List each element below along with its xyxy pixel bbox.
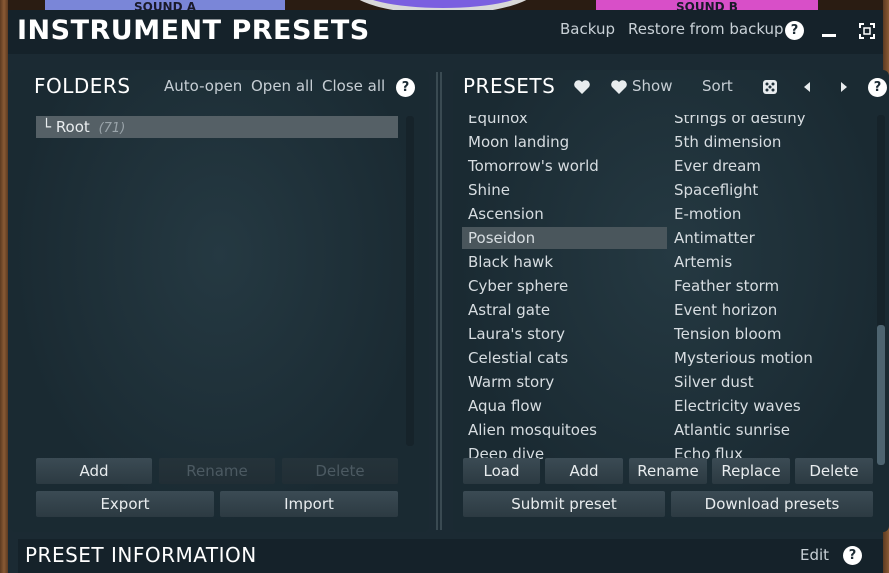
preset-item[interactable]: Tension bloom xyxy=(668,323,873,345)
sound-a-label: SOUND A xyxy=(133,0,197,10)
folder-root[interactable]: └ Root (71) xyxy=(36,116,398,138)
preset-item[interactable]: Black hawk xyxy=(462,251,667,273)
preset-item[interactable]: 5th dimension xyxy=(668,131,873,153)
preset-item[interactable]: Antimatter xyxy=(668,227,873,249)
preset-item[interactable]: Tomorrow's world xyxy=(462,155,667,177)
folder-export-button[interactable]: Export xyxy=(36,491,214,517)
folders-title: FOLDERS xyxy=(34,74,131,98)
presets-header: PRESETS Show Sort ? xyxy=(453,70,889,104)
favorite-heart-icon[interactable] xyxy=(573,79,591,95)
presets-panel: PRESETS Show Sort ? Equinox Moon landing… xyxy=(453,70,889,532)
fullscreen-icon[interactable] xyxy=(859,23,875,39)
preset-replace-button[interactable]: Replace xyxy=(712,458,790,484)
preset-item[interactable]: Alien mosquitoes xyxy=(462,419,667,441)
help-icon[interactable]: ? xyxy=(785,21,804,40)
folder-delete-button[interactable]: Delete xyxy=(282,458,398,484)
show-favorites-button[interactable]: Show xyxy=(632,77,672,95)
folders-header: FOLDERS Auto-open Open all Close all ? xyxy=(10,70,429,104)
download-presets-button[interactable]: Download presets xyxy=(671,491,873,517)
close-all-button[interactable]: Close all xyxy=(322,77,385,95)
sound-a-tab[interactable]: SOUND A xyxy=(45,0,285,10)
folder-tree: └ Root (71) xyxy=(34,116,406,446)
preset-column-1: Equinox Moon landing Tomorrow's world Shine… xyxy=(462,115,667,465)
instrument-presets-window: INSTRUMENT PRESETS Backup Restore from b… xyxy=(8,10,889,573)
preset-item[interactable]: Mysterious motion xyxy=(668,347,873,369)
wood-frame-left xyxy=(0,0,8,573)
preset-information-title: PRESET INFORMATION xyxy=(25,543,257,567)
auto-open-toggle[interactable]: Auto-open xyxy=(164,77,242,95)
sound-b-tab[interactable]: SOUND B xyxy=(596,0,818,10)
preset-item[interactable]: Ever dream xyxy=(668,155,873,177)
folder-name: Root xyxy=(55,118,90,136)
previous-preset-icon[interactable] xyxy=(802,81,812,93)
preset-item[interactable]: Feather storm xyxy=(668,275,873,297)
tree-branch-icon: └ xyxy=(42,118,52,136)
preset-item[interactable]: Cyber sphere xyxy=(462,275,667,297)
preset-information-bar: PRESET INFORMATION Edit ? xyxy=(18,539,883,573)
show-favorites-heart-icon[interactable] xyxy=(610,79,628,95)
preset-item[interactable]: Laura's story xyxy=(462,323,667,345)
presets-scroll-thumb[interactable] xyxy=(877,325,885,465)
submit-preset-button[interactable]: Submit preset xyxy=(463,491,665,517)
folder-import-button[interactable]: Import xyxy=(220,491,398,517)
preset-item[interactable]: Silver dust xyxy=(668,371,873,393)
preset-item[interactable]: Poseidon xyxy=(462,227,667,249)
folders-help-icon[interactable]: ? xyxy=(396,78,415,97)
panel-splitter[interactable] xyxy=(436,72,443,530)
preset-load-button[interactable]: Load xyxy=(463,458,540,484)
folder-count: (71) xyxy=(98,121,126,136)
preset-item[interactable]: Astral gate xyxy=(462,299,667,321)
sort-button[interactable]: Sort xyxy=(702,77,733,95)
minimize-icon[interactable] xyxy=(822,34,836,37)
preset-item[interactable]: Event horizon xyxy=(668,299,873,321)
preset-add-button[interactable]: Add xyxy=(545,458,623,484)
sound-b-label: SOUND B xyxy=(676,0,738,10)
preset-item[interactable]: Moon landing xyxy=(462,131,667,153)
titlebar: INSTRUMENT PRESETS Backup Restore from b… xyxy=(8,10,883,54)
preset-delete-button[interactable]: Delete xyxy=(795,458,873,484)
folders-panel: FOLDERS Auto-open Open all Close all ? └… xyxy=(10,70,429,532)
window-title: INSTRUMENT PRESETS xyxy=(17,15,370,46)
preset-rename-button[interactable]: Rename xyxy=(629,458,707,484)
preset-item[interactable]: Artemis xyxy=(668,251,873,273)
preset-item[interactable]: Strings of destiny xyxy=(668,115,873,129)
info-help-icon[interactable]: ? xyxy=(843,546,862,565)
presets-scrollbar[interactable] xyxy=(877,115,885,465)
preset-item[interactable]: E-motion xyxy=(668,203,873,225)
info-edit-button[interactable]: Edit xyxy=(800,546,829,564)
backup-button[interactable]: Backup xyxy=(560,20,615,38)
preset-item[interactable]: Equinox xyxy=(462,115,667,129)
folder-rename-button[interactable]: Rename xyxy=(159,458,275,484)
open-all-button[interactable]: Open all xyxy=(251,77,313,95)
preset-item[interactable]: Spaceflight xyxy=(668,179,873,201)
folders-scrollbar[interactable] xyxy=(406,116,414,446)
folder-add-button[interactable]: Add xyxy=(36,458,152,484)
preset-column-2: Strings of destiny 5th dimension Ever drea… xyxy=(668,115,873,465)
preset-item[interactable]: Ascension xyxy=(462,203,667,225)
preset-item[interactable]: Electricity waves xyxy=(668,395,873,417)
preset-item[interactable]: Atlantic sunrise xyxy=(668,419,873,441)
preset-item[interactable]: Celestial cats xyxy=(462,347,667,369)
preset-item[interactable]: Shine xyxy=(462,179,667,201)
random-dice-icon[interactable] xyxy=(762,79,778,95)
presets-title: PRESETS xyxy=(463,74,556,98)
preset-item[interactable]: Aqua flow xyxy=(462,395,667,417)
presets-help-icon[interactable]: ? xyxy=(868,78,887,97)
preset-item[interactable]: Warm story xyxy=(462,371,667,393)
next-preset-icon[interactable] xyxy=(839,81,849,93)
restore-backup-button[interactable]: Restore from backup xyxy=(628,20,784,38)
